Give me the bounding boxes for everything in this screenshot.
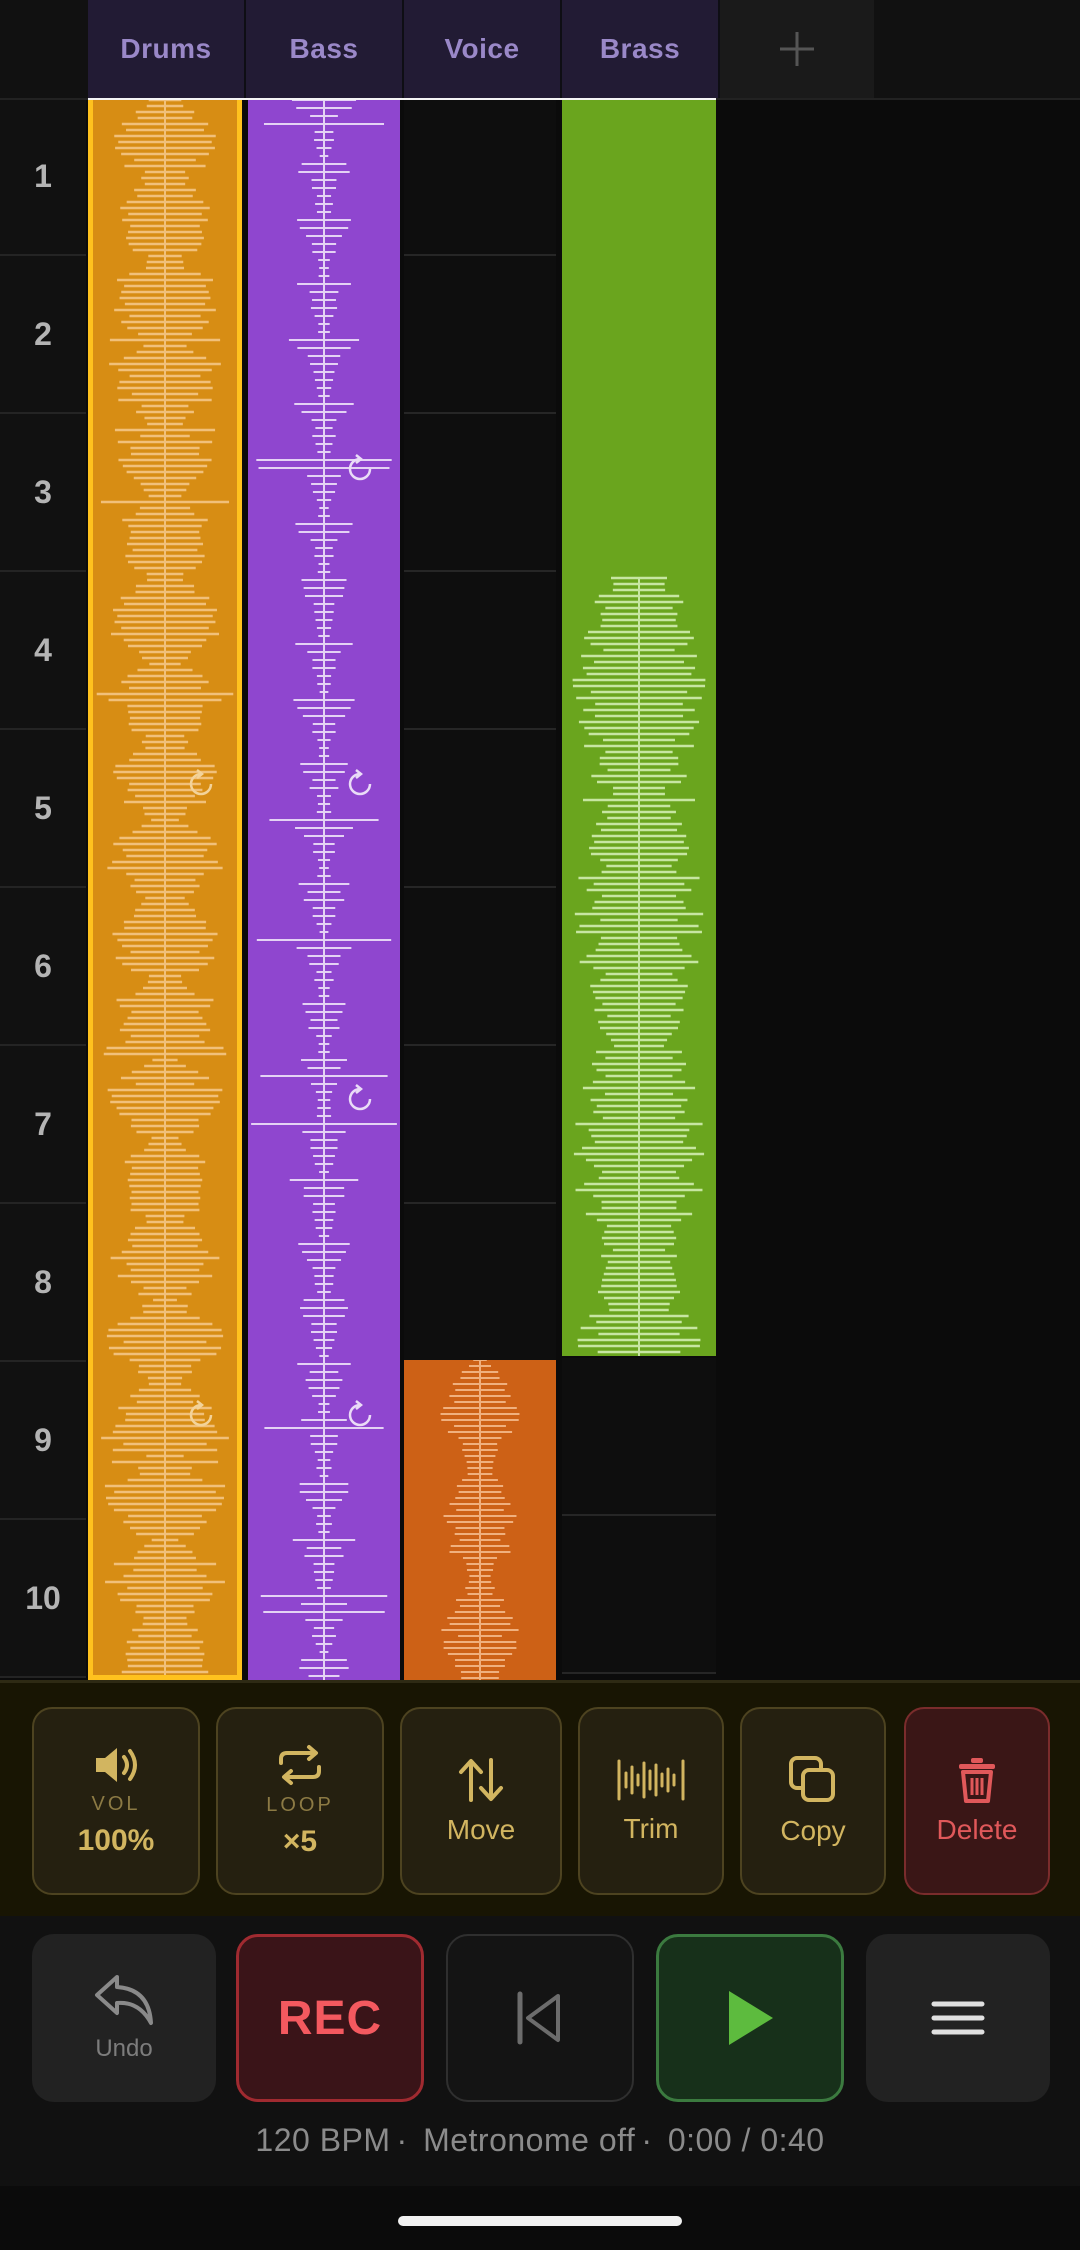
waveform bbox=[572, 576, 706, 1356]
loop-marker-icon bbox=[348, 1084, 372, 1111]
bar-number: 9 bbox=[0, 1362, 86, 1520]
empty-cell[interactable] bbox=[404, 1204, 556, 1362]
empty-cell[interactable] bbox=[562, 1358, 716, 1516]
loop-button[interactable]: LOOP ×5 bbox=[216, 1707, 384, 1895]
track-header: Drums Bass Voice Brass bbox=[0, 0, 1080, 105]
metronome-status[interactable]: Metronome off bbox=[423, 2122, 635, 2158]
arrangement-grid[interactable]: 1 2 3 4 5 6 7 8 9 10 bbox=[0, 100, 1080, 1680]
tab-drums[interactable]: Drums bbox=[88, 0, 246, 98]
move-label: Move bbox=[446, 1814, 516, 1845]
empty-cell[interactable] bbox=[404, 100, 556, 256]
empty-cell[interactable] bbox=[404, 730, 556, 888]
time-readout: 0:00 / 0:40 bbox=[667, 2122, 825, 2158]
volume-button[interactable]: VOL 100% bbox=[32, 1707, 200, 1895]
loop-label: LOOP bbox=[266, 1793, 334, 1816]
bar-number: 7 bbox=[0, 1046, 86, 1204]
record-label: REC bbox=[277, 1991, 383, 2045]
rewind-button[interactable] bbox=[446, 1934, 634, 2102]
skip-back-icon bbox=[517, 1991, 560, 2045]
play-icon bbox=[729, 1991, 773, 2045]
bar-number: 10 bbox=[0, 1520, 86, 1678]
bpm-text[interactable]: 120 BPM bbox=[255, 2122, 390, 2158]
undo-icon bbox=[95, 1975, 153, 2025]
tab-bass[interactable]: Bass bbox=[246, 0, 404, 98]
delete-button[interactable]: Delete bbox=[904, 1707, 1050, 1895]
waveform bbox=[96, 100, 234, 1675]
system-home-bar bbox=[0, 2186, 1080, 2250]
speaker-icon bbox=[96, 1747, 137, 1782]
loop-marker-icon bbox=[348, 1400, 372, 1427]
waveform bbox=[251, 100, 397, 1680]
tab-brass[interactable]: Brass bbox=[562, 0, 720, 98]
bar-number: 8 bbox=[0, 1204, 86, 1362]
waveform-icon bbox=[617, 1759, 685, 1801]
copy-label: Copy bbox=[780, 1815, 846, 1846]
plus-icon bbox=[780, 32, 814, 66]
transport-bar: Undo REC 120 BPM · Metronome off · 0:00 / … bbox=[0, 1916, 1080, 2186]
copy-icon bbox=[789, 1756, 835, 1802]
delete-label: Delete bbox=[936, 1814, 1018, 1845]
hamburger-menu-icon bbox=[931, 2001, 985, 2035]
home-indicator[interactable] bbox=[398, 2216, 682, 2226]
tab-voice[interactable]: Voice bbox=[404, 0, 562, 98]
bar-number: 4 bbox=[0, 572, 86, 730]
trim-button[interactable]: Trim bbox=[578, 1707, 724, 1895]
clip-bass[interactable] bbox=[248, 100, 400, 1680]
bar-number: 1 bbox=[0, 100, 86, 256]
empty-cell[interactable] bbox=[404, 888, 556, 1046]
volume-label: VOL bbox=[91, 1792, 141, 1815]
menu-button[interactable] bbox=[866, 1934, 1050, 2102]
undo-label: Undo bbox=[95, 2035, 153, 2062]
play-button[interactable] bbox=[656, 1934, 844, 2102]
clip-drums[interactable] bbox=[88, 100, 242, 1680]
bar-number: 5 bbox=[0, 730, 86, 888]
copy-button[interactable]: Copy bbox=[740, 1707, 886, 1895]
bar-number: 2 bbox=[0, 256, 86, 414]
clip-toolbar: VOL 100% LOOP ×5 Move Trim Copy Delete bbox=[0, 1680, 1080, 1916]
loop-marker-icon bbox=[189, 1400, 213, 1427]
trim-label: Trim bbox=[623, 1813, 679, 1844]
record-button[interactable]: REC bbox=[236, 1934, 424, 2102]
move-arrows-icon bbox=[459, 1758, 503, 1802]
empty-cell[interactable] bbox=[404, 572, 556, 730]
status-line: 120 BPM · Metronome off · 0:00 / 0:40 bbox=[255, 2122, 825, 2158]
undo-button[interactable]: Undo bbox=[32, 1934, 216, 2102]
empty-cell[interactable] bbox=[562, 1516, 716, 1674]
loop-value: ×5 bbox=[282, 1824, 318, 1858]
loop-marker-icon bbox=[189, 769, 213, 796]
add-track-button[interactable] bbox=[720, 0, 874, 98]
move-button[interactable]: Move bbox=[400, 1707, 562, 1895]
loop-marker-icon bbox=[348, 769, 372, 796]
loop-marker-icon bbox=[348, 454, 372, 481]
trash-icon bbox=[959, 1758, 995, 1803]
clip-brass[interactable] bbox=[562, 100, 716, 1356]
waveform bbox=[440, 1360, 520, 1680]
clip-voice[interactable] bbox=[404, 1360, 556, 1680]
bar-number: 3 bbox=[0, 414, 86, 572]
empty-cell[interactable] bbox=[404, 414, 556, 572]
empty-cell[interactable] bbox=[404, 1046, 556, 1204]
bar-number: 6 bbox=[0, 888, 86, 1046]
loop-icon bbox=[279, 1744, 321, 1785]
empty-cell[interactable] bbox=[404, 256, 556, 414]
volume-value: 100% bbox=[77, 1823, 155, 1857]
